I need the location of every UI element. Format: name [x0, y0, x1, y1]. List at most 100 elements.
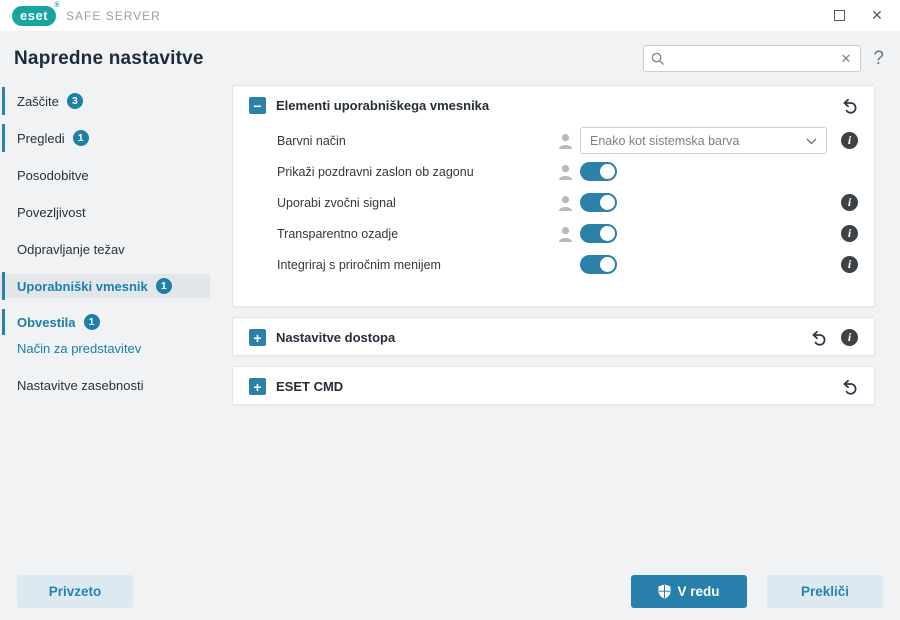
info-slot: i	[841, 132, 858, 149]
sidebar-item-odpravljanje-tezav[interactable]: Odpravljanje težav	[0, 237, 210, 261]
control-slot: Enako kot sistemska barva	[580, 127, 827, 154]
user-icon	[558, 195, 573, 211]
sidebar-item-nacin-za-predstavitev[interactable]: Način za predstavitev	[0, 337, 210, 359]
help-button[interactable]: ?	[873, 48, 884, 70]
search-input[interactable]	[665, 52, 838, 66]
user-icon	[558, 164, 573, 180]
product-name: SAFE SERVER	[66, 9, 161, 23]
content: Zaščite 3 Pregledi 1 Posodobitve Povezlj…	[0, 85, 900, 415]
page-title: Napredne nastavitve	[14, 48, 204, 70]
sidebar: Zaščite 3 Pregledi 1 Posodobitve Povezlj…	[0, 85, 232, 410]
active-indicator-bar	[2, 272, 5, 300]
section-nastavitve-dostopa: + Nastavitve dostopa i	[232, 317, 875, 356]
section-title: ESET CMD	[276, 379, 343, 394]
search-box[interactable]: ✕	[643, 45, 861, 72]
expand-icon[interactable]: +	[249, 329, 266, 346]
expand-icon[interactable]: +	[249, 378, 266, 395]
sidebar-item-uporabniski-vmesnik[interactable]: Uporabniški vmesnik 1	[0, 274, 210, 298]
sidebar-item-posodobitve[interactable]: Posodobitve	[0, 163, 210, 187]
section-eset-cmd: + ESET CMD	[232, 366, 875, 405]
page-header: Napredne nastavitve ✕ ?	[0, 32, 900, 85]
close-button[interactable]: ✕	[862, 3, 892, 29]
info-icon[interactable]: i	[841, 132, 858, 149]
user-override-slot	[558, 133, 580, 149]
info-icon[interactable]: i	[841, 225, 858, 242]
select-value: Enako kot sistemska barva	[590, 134, 739, 148]
setting-row-barvni-nacin: Barvni način Enako kot sistemska barva	[249, 125, 858, 156]
section-header: + ESET CMD	[233, 367, 874, 404]
status-badge: 1	[84, 314, 100, 330]
info-icon[interactable]: i	[841, 194, 858, 211]
user-override-slot	[558, 195, 580, 211]
registered-mark: ®	[54, 2, 60, 9]
app-window: eset ® SAFE SERVER ✕ Napredne nastavitve…	[0, 0, 900, 620]
color-mode-select[interactable]: Enako kot sistemska barva	[580, 127, 827, 154]
window-controls: ✕	[824, 3, 892, 29]
setting-label: Barvni način	[249, 134, 558, 148]
sidebar-item-nastavitve-zasebnosti[interactable]: Nastavitve zasebnosti	[0, 373, 210, 397]
section-title: Nastavitve dostopa	[276, 330, 395, 345]
eset-logo: eset ®	[12, 6, 56, 26]
control-slot	[580, 224, 827, 243]
titlebar: eset ® SAFE SERVER ✕	[0, 0, 900, 32]
welcome-screen-toggle[interactable]	[580, 162, 617, 181]
setting-label: Integriraj s priročnim menijem	[249, 258, 558, 272]
status-badge: 1	[156, 278, 172, 294]
sound-signal-toggle[interactable]	[580, 193, 617, 212]
search-icon	[651, 52, 665, 66]
maximize-icon	[834, 10, 845, 21]
setting-label: Uporabi zvočni signal	[249, 196, 558, 210]
setting-label: Prikaži pozdravni zaslon ob zagonu	[249, 165, 558, 179]
eset-logo-text: eset	[20, 8, 48, 23]
active-indicator-bar	[2, 124, 5, 152]
section-title: Elementi uporabniškega vmesnika	[276, 98, 489, 113]
status-badge: 3	[67, 93, 83, 109]
default-button-label: Privzeto	[49, 584, 102, 599]
section-header: − Elementi uporabniškega vmesnika	[233, 86, 874, 123]
chevron-down-icon	[806, 134, 817, 148]
ok-button-label: V redu	[677, 584, 719, 599]
info-icon[interactable]: i	[841, 256, 858, 273]
cancel-button-label: Prekliči	[801, 584, 849, 599]
user-icon	[558, 226, 573, 242]
reset-icon[interactable]	[842, 379, 858, 395]
header-right: ✕ ?	[643, 45, 884, 72]
search-clear-icon[interactable]: ✕	[839, 51, 854, 67]
sidebar-item-zascite[interactable]: Zaščite 3	[0, 89, 210, 113]
user-override-slot	[558, 226, 580, 242]
sidebar-item-povezljivost[interactable]: Povezljivost	[0, 200, 210, 224]
default-button[interactable]: Privzeto	[17, 575, 133, 608]
user-override-slot	[558, 164, 580, 180]
user-icon	[558, 133, 573, 149]
section-header-icons	[842, 379, 858, 395]
control-slot	[580, 255, 827, 274]
collapse-icon[interactable]: −	[249, 97, 266, 114]
main-panel: − Elementi uporabniškega vmesnika	[232, 85, 900, 415]
setting-label: Transparentno ozadje	[249, 227, 558, 241]
footer-actions: V redu Prekliči	[631, 575, 883, 608]
setting-row-pozdravni-zaslon: Prikaži pozdravni zaslon ob zagonu	[249, 156, 858, 187]
info-slot: i	[841, 194, 858, 211]
reset-icon[interactable]	[842, 98, 858, 114]
cancel-button[interactable]: Prekliči	[767, 575, 883, 608]
maximize-button[interactable]	[824, 3, 854, 29]
info-icon[interactable]: i	[841, 329, 858, 346]
active-indicator-bar	[2, 87, 5, 115]
reset-icon[interactable]	[811, 330, 827, 346]
sidebar-item-label: Povezljivost	[17, 205, 86, 220]
control-slot	[580, 162, 827, 181]
sidebar-item-label: Način za predstavitev	[17, 341, 141, 356]
ok-button[interactable]: V redu	[631, 575, 747, 608]
sidebar-item-label: Zaščite	[17, 94, 59, 109]
sidebar-item-label: Uporabniški vmesnik	[17, 279, 148, 294]
setting-row-transparentno-ozadje: Transparentno ozadje i	[249, 218, 858, 249]
transparent-background-toggle[interactable]	[580, 224, 617, 243]
sidebar-item-label: Obvestila	[17, 315, 76, 330]
sidebar-item-pregledi[interactable]: Pregledi 1	[0, 126, 210, 150]
status-badge: 1	[73, 130, 89, 146]
sidebar-item-obvestila[interactable]: Obvestila 1	[0, 311, 210, 333]
context-menu-toggle[interactable]	[580, 255, 617, 274]
footer: Privzeto V redu Prekliči	[0, 575, 900, 608]
sidebar-item-label: Nastavitve zasebnosti	[17, 378, 143, 393]
setting-row-prirocni-meni: Integriraj s priročnim menijem i	[249, 249, 858, 280]
